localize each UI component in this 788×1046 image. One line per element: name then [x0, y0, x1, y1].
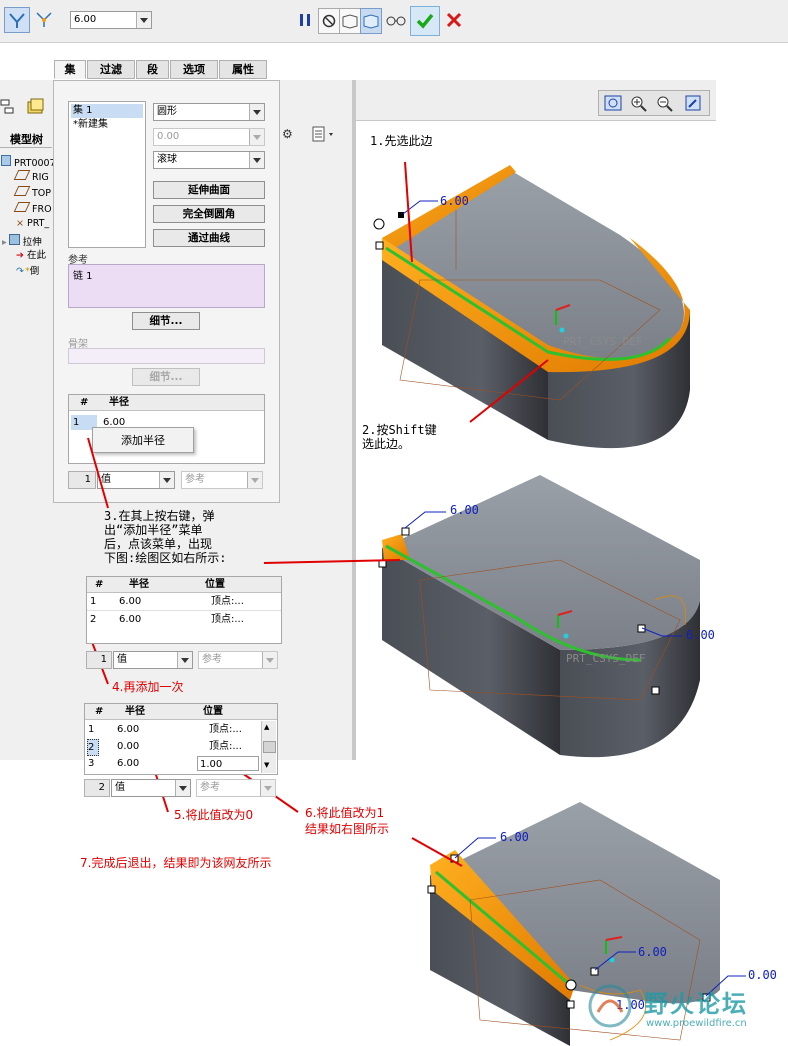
- annotation-line-3a: [87, 437, 109, 509]
- scroll-thumb[interactable]: [263, 741, 276, 753]
- watermark-text: 野火论坛: [644, 990, 748, 1018]
- watermark: 野火论坛 www.proewildfire.cn: [586, 980, 786, 1042]
- annotation-step-7: 7.完成后退出，结果即为该网友所示: [80, 856, 272, 870]
- model-3-dimension-1[interactable]: 6.00: [500, 830, 529, 844]
- csys-origin: [563, 633, 569, 639]
- model-2-dimension-2[interactable]: 6.00: [686, 628, 715, 642]
- annotation-step-3: 3.在其上按右键，弹 出“添加半径”菜单 后，点该菜单，出现 下图:绘图区如右所…: [104, 509, 227, 565]
- annotation-step-6: 6.将此值改为1 结果如右图所示: [305, 806, 390, 836]
- chevron-down-icon[interactable]: [177, 652, 192, 668]
- table-2-index-box: 1: [86, 651, 112, 669]
- annotation-step-5: 5.将此值改为0: [174, 808, 254, 822]
- model-2-csys-label: PRT_CSYS_DEF: [566, 652, 646, 665]
- scroll-up-icon[interactable]: ▲: [264, 723, 269, 731]
- model-3-dimension-2[interactable]: 6.00: [638, 945, 667, 959]
- model-2: [378, 475, 700, 758]
- chevron-down-icon: [262, 652, 277, 668]
- model-1: [373, 165, 690, 449]
- model-3-handle-5: [566, 1000, 575, 1009]
- table-row[interactable]: 1 6.00 顶点:...: [87, 593, 281, 611]
- model-1-handle-2: [398, 212, 404, 218]
- col-radius-header: 半径: [125, 706, 145, 717]
- table-3-ref-select: 参考: [196, 779, 276, 797]
- chevron-down-icon: [260, 780, 275, 796]
- col-num-header: #: [95, 579, 104, 590]
- chevron-down-icon[interactable]: [175, 780, 190, 796]
- annotation-step-1: 1.先选此边: [370, 134, 433, 148]
- model-1-handle-1: [375, 241, 384, 250]
- position-input[interactable]: 1.00: [197, 756, 259, 771]
- model-2-dimension-1[interactable]: 6.00: [450, 503, 479, 517]
- watermark-logo-icon: [588, 984, 632, 1028]
- table-3-index-box: 2: [84, 779, 110, 797]
- watermark-url: www.proewildfire.cn: [646, 1018, 747, 1029]
- table-2-ref-select: 参考: [198, 651, 278, 669]
- radius-table-3: # 半径 位置 1 6.00 顶点:... 2 0.00 顶点:... 3 6.…: [84, 703, 278, 775]
- radius-table-2-header: [87, 577, 281, 593]
- model-3-handle-2: [427, 885, 436, 894]
- table-row[interactable]: 2 0.00 顶点:...: [85, 738, 261, 756]
- model-2-handle-4: [651, 686, 660, 695]
- model-1-handle-3: [373, 218, 385, 230]
- table-row[interactable]: 2 6.00 顶点:...: [87, 611, 281, 628]
- table-2-mode-select[interactable]: 值: [113, 651, 193, 669]
- radius-table-2: # 半径 位置 1 6.00 顶点:... 2 6.00 顶点:...: [86, 576, 282, 644]
- table-row[interactable]: 1 6.00 顶点:...: [85, 721, 261, 738]
- col-num-header: #: [95, 706, 104, 717]
- annotation-step-2: 2.按Shift键 选此边。: [362, 423, 437, 451]
- annotation-step-4: 4.再添加一次: [112, 680, 184, 694]
- model-2-handle-1: [401, 527, 410, 536]
- col-radius-header: 半径: [129, 579, 149, 590]
- model-1-csys-label: PRT_CSYS_DEF: [563, 335, 643, 348]
- scroll-down-icon[interactable]: ▼: [264, 761, 269, 769]
- model-3-handle-4: [565, 979, 577, 991]
- col-position-header: 位置: [205, 579, 225, 590]
- table-3-mode-select[interactable]: 值: [111, 779, 191, 797]
- table-row[interactable]: 3 6.00 1.00: [85, 755, 261, 772]
- csys-origin: [559, 327, 565, 333]
- radius-table-3-header: [85, 704, 277, 720]
- col-position-header: 位置: [203, 706, 223, 717]
- table-3-scrollbar[interactable]: ▲ ▼: [261, 721, 276, 773]
- model-1-dimension[interactable]: 6.00: [440, 194, 469, 208]
